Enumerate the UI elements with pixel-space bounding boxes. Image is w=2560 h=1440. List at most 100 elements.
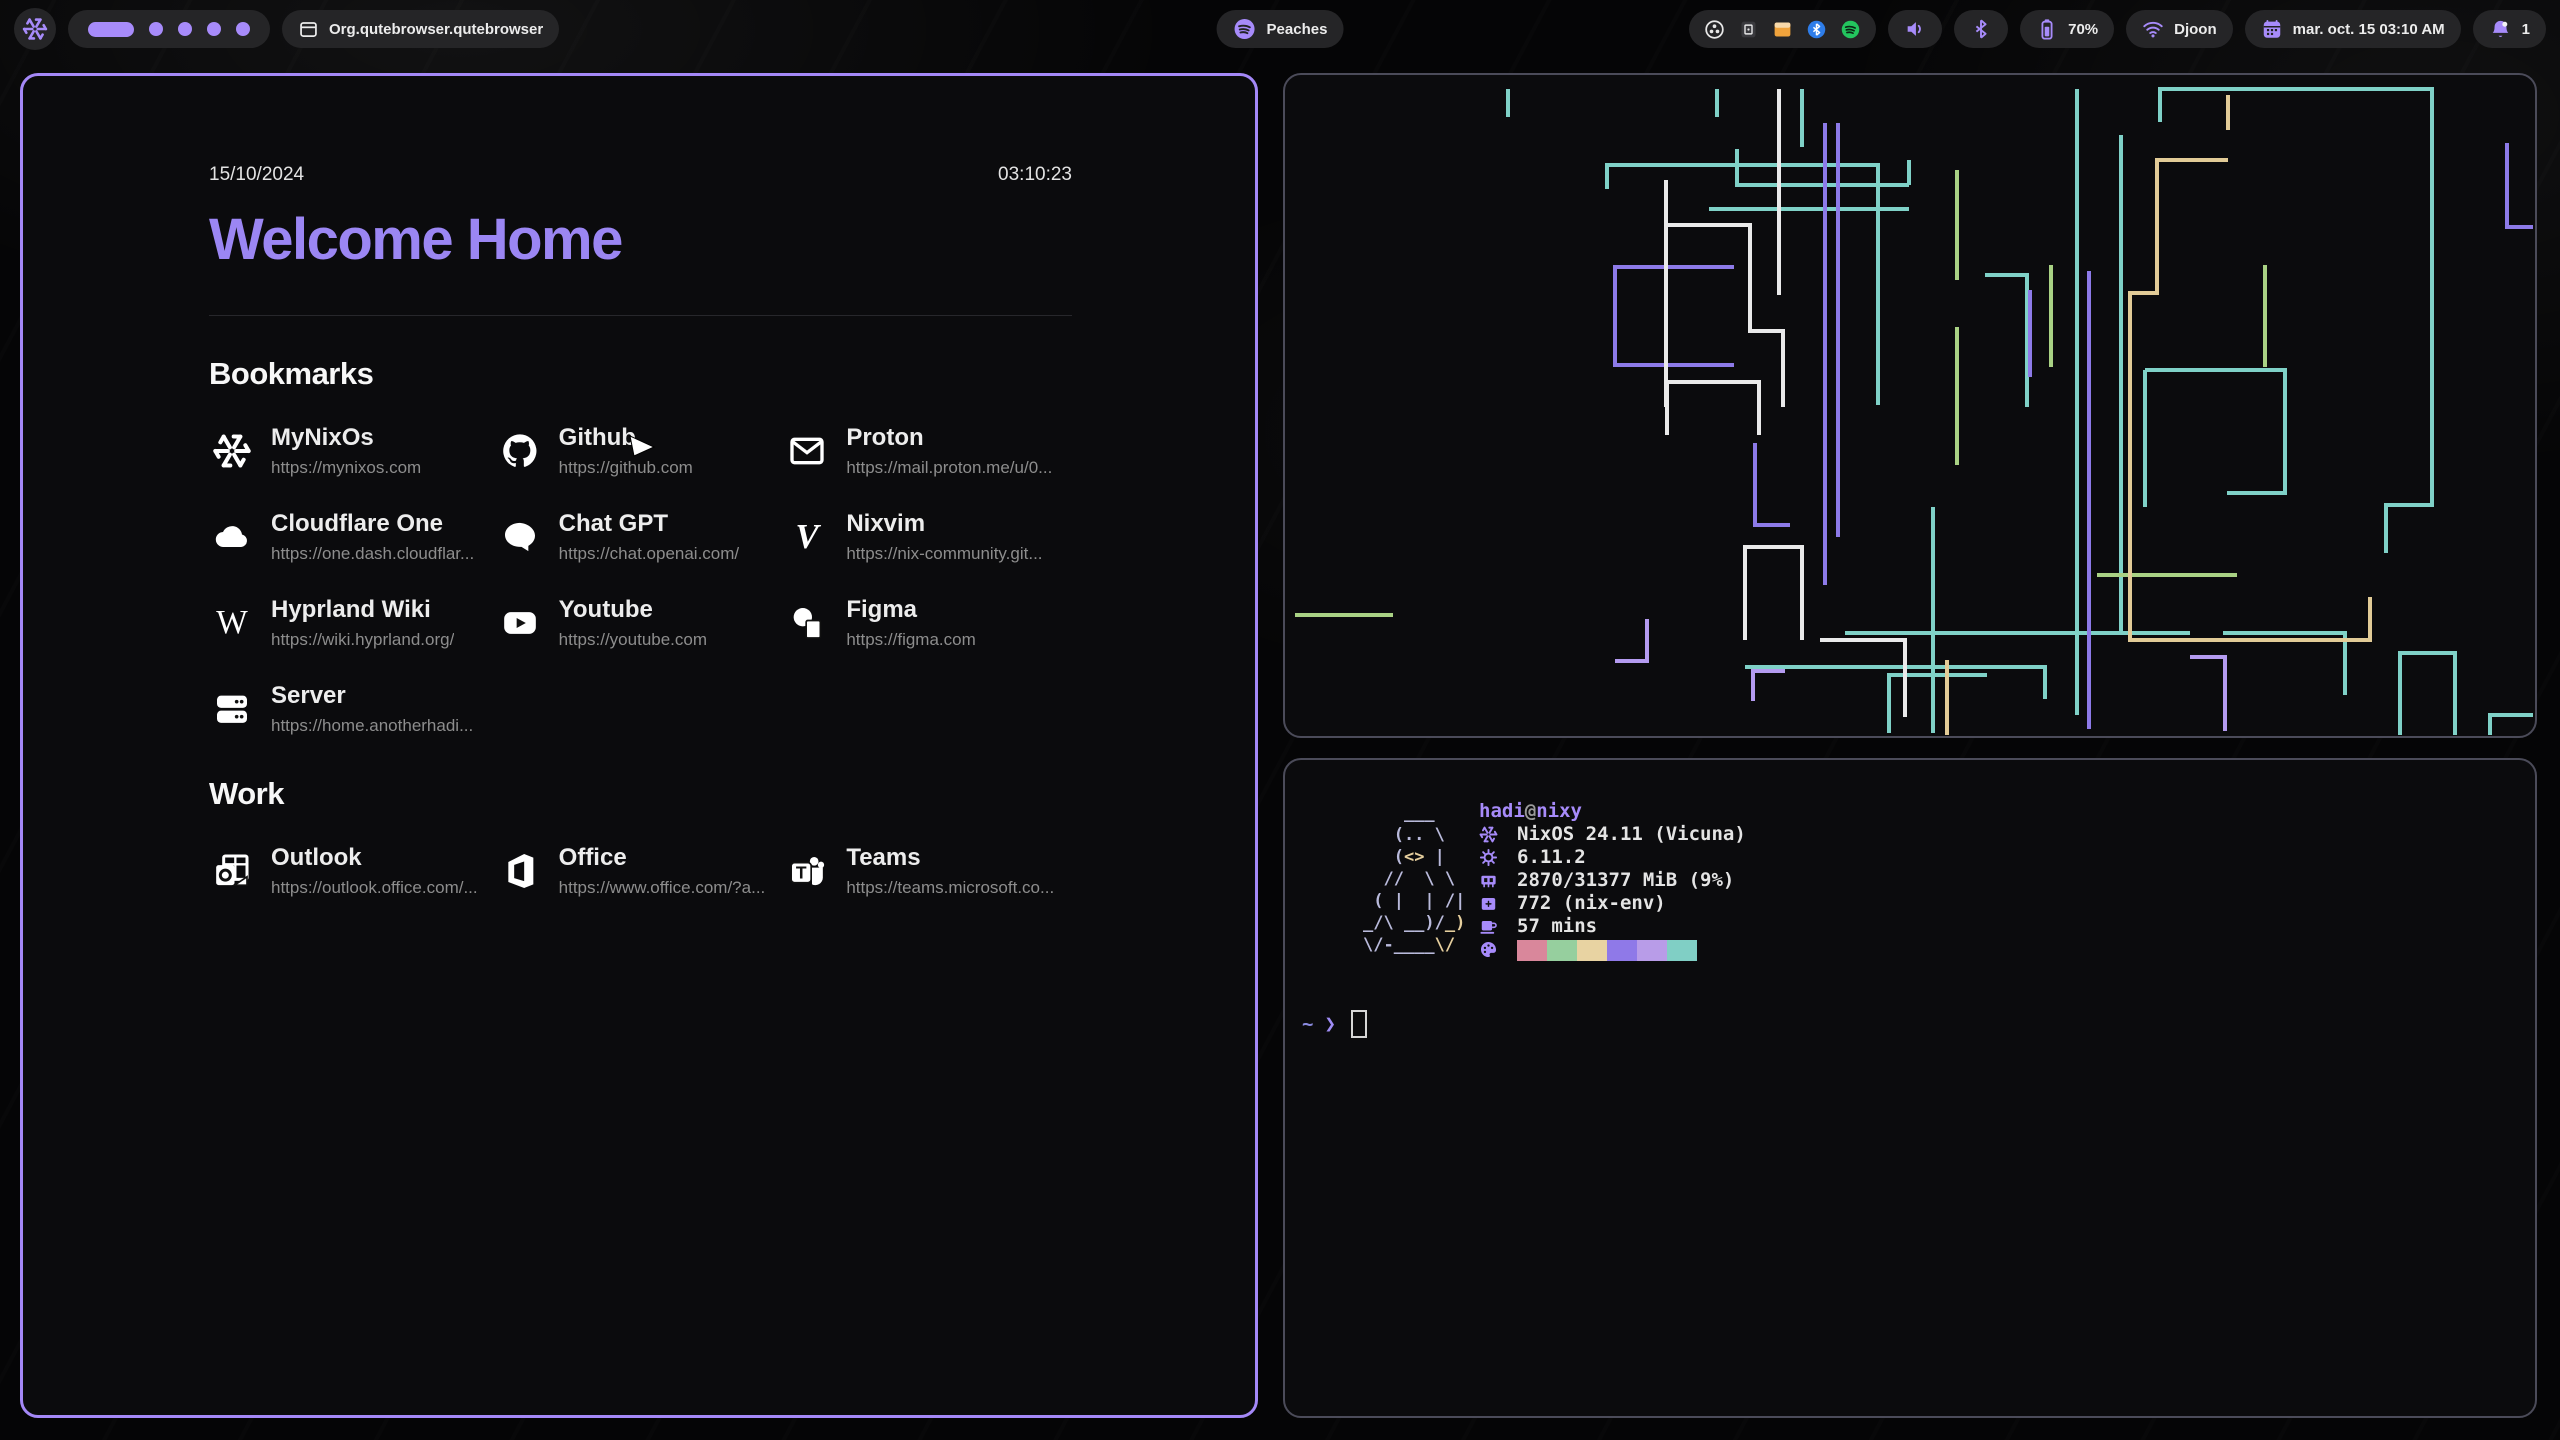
fetch-value: 2870/31377 MiB (9%) xyxy=(1517,869,1734,892)
pipe-segment xyxy=(1615,619,1647,661)
bookmark-chat-gpt[interactable]: Chat GPThttps://chat.openai.com/ xyxy=(497,510,785,564)
bookmark-label: Proton xyxy=(846,424,1052,452)
media-title: Peaches xyxy=(1267,21,1328,38)
window-title-chip[interactable]: Org.qutebrowser.qutebrowser xyxy=(282,10,559,48)
bookmark-label: Server xyxy=(271,682,473,710)
bookmark-mynixos[interactable]: MyNixOshttps://mynixos.com xyxy=(209,424,497,478)
pipe-segment xyxy=(2145,370,2285,493)
system-tray[interactable] xyxy=(1689,10,1876,48)
bookmark-label: Figma xyxy=(846,596,975,624)
bookmark-url: https://mynixos.com xyxy=(271,458,421,478)
calendar-icon xyxy=(2261,18,2283,40)
bookmark-label: Outlook xyxy=(271,844,478,872)
fetch-row: 57 mins xyxy=(1479,915,1746,938)
volume-icon xyxy=(1904,18,1926,40)
workspace-dot[interactable] xyxy=(236,22,250,36)
pipe-segment xyxy=(2400,653,2455,735)
outlook-icon xyxy=(209,848,255,894)
workspace-dot[interactable] xyxy=(178,22,192,36)
volume-chip[interactable] xyxy=(1888,10,1942,48)
bookmark-url: https://figma.com xyxy=(846,630,975,650)
svg-text:T: T xyxy=(796,863,807,883)
fetch-palette-row xyxy=(1479,938,1746,961)
spotify-tray-icon[interactable] xyxy=(1840,19,1861,40)
pipe-segment xyxy=(1666,225,1783,407)
bookmark-figma[interactable]: Figma https://figma.com xyxy=(784,596,1072,650)
clock-chip[interactable]: mar. oct. 15 03:10 AM xyxy=(2245,10,2461,48)
youtube-icon xyxy=(497,600,543,646)
bookmark-label: Youtube xyxy=(559,596,707,624)
notification-count: 1 xyxy=(2522,21,2530,38)
chat-icon xyxy=(497,514,543,560)
network-name: Djoon xyxy=(2174,21,2217,38)
bookmark-nixvim[interactable]: VNixvimhttps://nix-community.git... xyxy=(784,510,1072,564)
workspace-active[interactable] xyxy=(88,22,134,37)
obs-icon[interactable] xyxy=(1704,19,1725,40)
fetch-row: 772 (nix-env) xyxy=(1479,892,1746,915)
pipe-segment xyxy=(2190,657,2225,731)
bookmark-url: https://mail.proton.me/u/0... xyxy=(846,458,1052,478)
workspace-dot[interactable] xyxy=(149,22,163,36)
mail-icon xyxy=(784,428,830,474)
vim-icon: V xyxy=(784,514,830,560)
color-swatch xyxy=(1547,940,1577,961)
top-bar: Org.qutebrowser.qutebrowser Peaches 70% … xyxy=(0,0,2560,58)
wifi-icon xyxy=(2142,18,2164,40)
nix-logo-icon xyxy=(22,16,48,42)
network-chip[interactable]: Djoon xyxy=(2126,10,2233,48)
pipe-segment xyxy=(2507,143,2533,227)
bookmark-cloudflare-one[interactable]: Cloudflare One https://one.dash.cloudflar… xyxy=(209,510,497,564)
pipe-segment xyxy=(1753,671,1785,701)
pipe-segment xyxy=(1985,275,2027,407)
bookmark-url: https://www.office.com/?a... xyxy=(559,878,766,898)
svg-text:W: W xyxy=(216,604,248,641)
color-swatch xyxy=(1517,940,1547,961)
server-icon xyxy=(209,686,255,732)
bookmark-label: Cloudflare One xyxy=(271,510,474,538)
ascii-art-tux: ___ (.. \ (<> | // \ \ ( | | /| _/\ __)/… xyxy=(1363,802,1465,956)
bookmark-url: https://chat.openai.com/ xyxy=(559,544,740,564)
bookmark-label: Hyprland Wiki xyxy=(271,596,454,624)
memory-icon xyxy=(1479,871,1505,890)
bookmark-outlook[interactable]: Outlookhttps://outlook.office.com/... xyxy=(209,844,497,898)
bookmark-url: https://home.anotherhadi... xyxy=(271,716,473,736)
pipe-segment xyxy=(1745,667,2045,699)
bookmark-github[interactable]: Github https://github.com xyxy=(497,424,785,478)
bookmark-hyprland-wiki[interactable]: WHyprland Wikihttps://wiki.hyprland.org/ xyxy=(209,596,497,650)
battery-percent: 70% xyxy=(2068,21,2098,38)
kdeconnect-icon[interactable] xyxy=(1738,19,1759,40)
fetch-value: 772 (nix-env) xyxy=(1517,892,1666,915)
bookmark-url: https://one.dash.cloudflar... xyxy=(271,544,474,564)
fetch-terminal-window: ___ (.. \ (<> | // \ \ ( | | /| _/\ __)/… xyxy=(1283,758,2537,1418)
media-player-chip[interactable]: Peaches xyxy=(1217,10,1344,48)
pipe-segment xyxy=(2223,633,2345,695)
fetch-user-host: hadi@nixy xyxy=(1479,800,1746,823)
pipes-terminal-window xyxy=(1283,73,2537,738)
bookmark-office[interactable]: Officehttps://www.office.com/?a... xyxy=(497,844,785,898)
files-icon[interactable] xyxy=(1772,19,1793,40)
notifications-chip[interactable]: 1 xyxy=(2473,10,2546,48)
launcher-button[interactable] xyxy=(14,8,56,50)
bookmark-grid: MyNixOshttps://mynixos.com Github https://… xyxy=(209,424,1072,736)
kernel-icon xyxy=(1479,848,1505,867)
bluetooth-tray-icon[interactable] xyxy=(1806,19,1827,40)
packages-icon xyxy=(1479,894,1505,913)
page-title: Welcome Home xyxy=(209,206,1072,273)
bookmark-youtube[interactable]: Youtubehttps://youtube.com xyxy=(497,596,785,650)
window-icon xyxy=(298,19,319,40)
bookmark-teams[interactable]: TTeamshttps://teams.microsoft.co... xyxy=(784,844,1072,898)
terminal-cursor xyxy=(1351,1010,1367,1038)
battery-chip[interactable]: 70% xyxy=(2020,10,2114,48)
pipes-screensaver xyxy=(1285,75,2537,738)
bookmark-label: Github xyxy=(559,424,693,452)
bookmark-grid: Outlookhttps://outlook.office.com/...Off… xyxy=(209,844,1072,898)
shell-prompt[interactable]: ~ ❯ xyxy=(1302,1010,1367,1038)
workspace-switcher[interactable] xyxy=(68,10,270,48)
github-icon xyxy=(497,428,543,474)
bookmark-proton[interactable]: Proton https://mail.proton.me/u/0... xyxy=(784,424,1072,478)
bookmark-url: https://github.com xyxy=(559,458,693,478)
bluetooth-chip[interactable] xyxy=(1954,10,2008,48)
workspace-dot[interactable] xyxy=(207,22,221,36)
color-swatch xyxy=(1577,940,1607,961)
bookmark-server[interactable]: Server https://home.anotherhadi... xyxy=(209,682,497,736)
